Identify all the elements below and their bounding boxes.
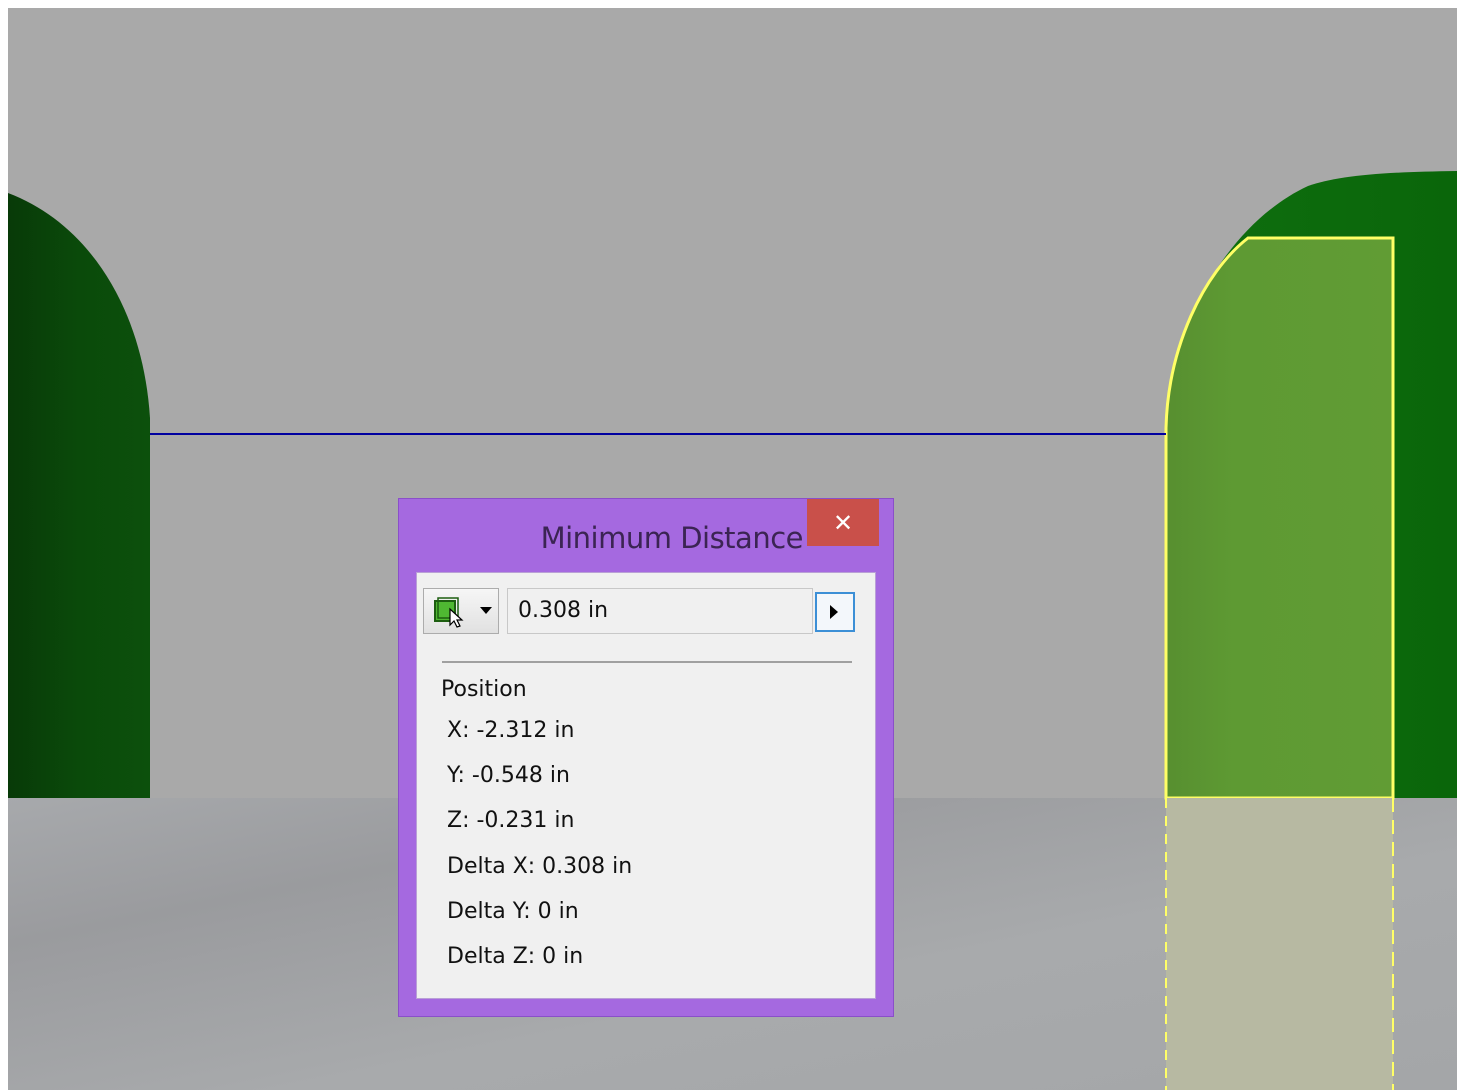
selection-mode-button[interactable]: [423, 588, 499, 634]
left-part[interactable]: [8, 193, 150, 798]
delta-y: Delta Y: 0 in: [447, 899, 579, 924]
chevron-right-icon: [830, 605, 838, 619]
position-heading: Position: [441, 677, 527, 702]
chevron-down-icon: [480, 607, 492, 614]
delta-x: Delta X: 0.308 in: [447, 854, 633, 879]
expand-button[interactable]: [815, 592, 855, 632]
select-geometry-icon: [434, 597, 464, 628]
dialog-body: 0.308 in Position X: -2.312 in Y: -0.548…: [416, 572, 876, 999]
selected-face-hidden: [1166, 798, 1393, 1090]
minimum-distance-dialog[interactable]: Minimum Distance ✕ 0.308 in Position X: …: [398, 498, 894, 1017]
position-z: Z: -0.231 in: [447, 808, 575, 833]
delta-z: Delta Z: 0 in: [447, 944, 584, 969]
close-icon: ✕: [832, 508, 854, 537]
distance-value-field: 0.308 in: [507, 588, 813, 634]
dialog-title: Minimum Distance: [540, 521, 804, 555]
divider: [442, 661, 852, 663]
position-x: X: -2.312 in: [447, 718, 575, 743]
close-button[interactable]: ✕: [807, 499, 879, 546]
selected-face[interactable]: [1164, 236, 1395, 800]
3d-viewport[interactable]: Minimum Distance ✕ 0.308 in Position X: …: [8, 8, 1457, 1090]
position-y: Y: -0.548 in: [447, 763, 570, 788]
